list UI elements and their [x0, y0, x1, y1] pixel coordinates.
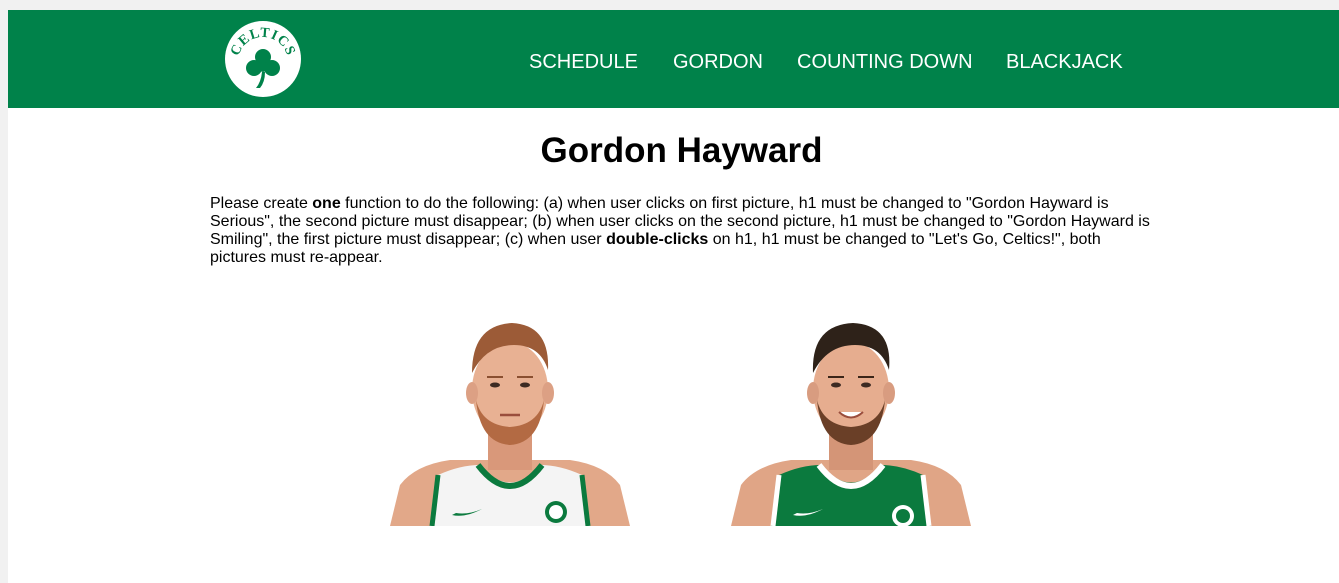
nav-counting-down-link[interactable]: COUNTING DOWN — [797, 50, 973, 74]
page-heading[interactable]: Gordon Hayward — [8, 131, 1339, 171]
instructions-text: Please create one function to do the fol… — [210, 195, 1155, 267]
gordon-smiling-photo[interactable] — [731, 315, 971, 526]
nav-gordon-link[interactable]: GORDON — [673, 50, 763, 74]
celtics-logo[interactable]: CELTICS — [224, 20, 302, 98]
instructions-part-1: Please create — [210, 195, 313, 212]
instructions-bold-one: one — [312, 195, 341, 212]
nav-schedule-link[interactable]: SCHEDULE — [529, 50, 638, 74]
gordon-serious-photo[interactable] — [390, 315, 630, 526]
top-navbar: CELTICS SCHEDULE GORDON COUNTING DOWN BL… — [8, 10, 1339, 108]
nav-blackjack-link[interactable]: BLACKJACK — [1006, 50, 1123, 74]
page: CELTICS SCHEDULE GORDON COUNTING DOWN BL… — [8, 10, 1339, 583]
instructions-bold-double-clicks: double-clicks — [606, 231, 709, 248]
